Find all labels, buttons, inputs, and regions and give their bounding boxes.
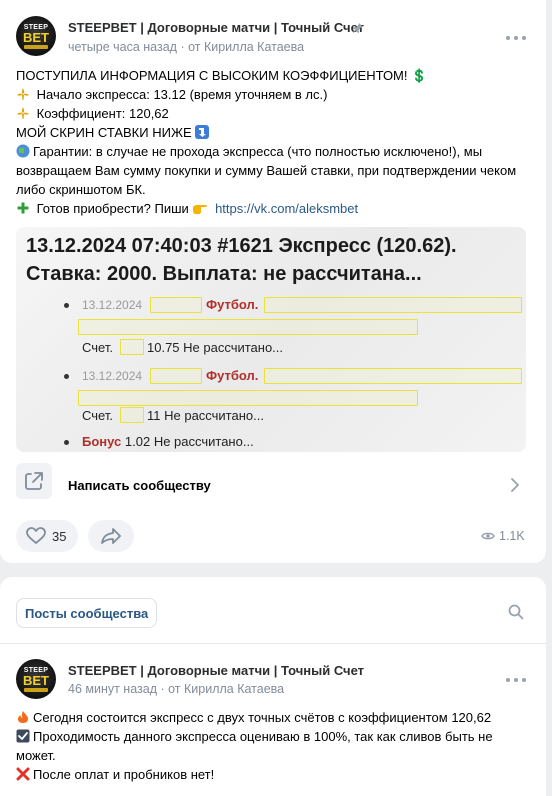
fleur-icon	[17, 88, 29, 100]
plus-icon	[17, 202, 29, 214]
fleur-icon	[17, 107, 29, 119]
avatar-text-mid: BET	[23, 673, 49, 688]
redacted-box	[264, 297, 522, 313]
post-line: Готов приобрести? Пиши	[36, 201, 189, 216]
post-link[interactable]: https://vk.com/aleksmbet	[215, 201, 358, 216]
bonus-line: Бонус 1.02 Не рассчитано...	[82, 434, 254, 449]
redacted-box	[120, 339, 144, 355]
post-line: ПОСТУПИЛА ИНФОРМАЦИЯ С ВЫСОКИМ КОЭФФИЦИЕ…	[16, 68, 408, 83]
post-line: Коэффициент: 120,62	[36, 106, 169, 121]
post-from[interactable]: от Кирилла Катаева	[188, 40, 304, 54]
post-line: Гарантии: в случае не прохода экспресса …	[16, 144, 517, 197]
post-text: Сегодня состоится экспресс с двух точных…	[16, 708, 531, 784]
dollar-icon: 💲	[411, 68, 428, 83]
screenshot-subheading: Ставка: 2000. Выплата: не рассчитана...	[26, 263, 422, 285]
community-avatar[interactable]: STEEP BET	[16, 659, 56, 699]
bullet	[64, 374, 69, 379]
like-button[interactable]: 35	[16, 520, 78, 552]
redacted-box	[264, 368, 522, 384]
redacted-box	[120, 407, 144, 423]
divider	[0, 643, 546, 644]
post-line: МОЙ СКРИН СТАВКИ НИЖЕ	[16, 125, 192, 140]
bet-sport: Футбол.	[206, 368, 259, 383]
post-meta: четыре часа назад · от Кирилла Катаева	[68, 40, 305, 54]
post-line: Начало экспресса: 13.12 (время уточняем …	[36, 87, 328, 102]
arrow-down-icon	[195, 125, 210, 139]
globe-icon	[16, 144, 30, 158]
heart-icon	[26, 527, 46, 544]
avatar-decoration	[24, 45, 48, 49]
redacted-box	[150, 297, 202, 313]
bet-result: 10.75 Не рассчитано...	[147, 340, 284, 355]
bet-date: 13.12.2024	[82, 298, 143, 312]
share-icon	[101, 528, 121, 544]
bullet	[64, 303, 69, 308]
screenshot-heading: 13.12.2024 07:40:03 #1621 Экспресс (120.…	[26, 235, 457, 257]
pointing-hand-icon	[193, 205, 208, 214]
fire-icon	[18, 711, 28, 723]
pin-icon	[353, 23, 363, 33]
bet-date: 13.12.2024	[82, 369, 143, 383]
post-meta: 46 минут назад · от Кирилла Катаева	[68, 682, 285, 696]
post-author[interactable]: STEEPBET | Договорные матчи | Точный Сче…	[68, 663, 364, 678]
post-line: После оплат и пробников нет!	[33, 767, 215, 782]
more-options-icon[interactable]	[506, 35, 526, 41]
bet-result: 11 Не рассчитано...	[147, 408, 264, 423]
avatar-decoration	[24, 688, 48, 692]
bet-score-label: Счет.	[82, 408, 113, 423]
bet-sport: Футбол.	[206, 297, 259, 312]
avatar-text-mid: BET	[23, 30, 49, 45]
chevron-right-icon[interactable]	[510, 478, 520, 492]
post-line: Проходимость данного экспресса оцениваю …	[16, 729, 493, 763]
bonus-result: 1.02 Не рассчитано...	[124, 434, 254, 449]
bet-score-label: Счет.	[82, 340, 113, 355]
bet-screenshot[interactable]: 13.12.2024 07:40:03 #1621 Экспресс (120.…	[16, 227, 526, 452]
post-time[interactable]: четыре часа назад	[68, 40, 177, 54]
like-count: 35	[52, 529, 67, 544]
search-icon[interactable]	[508, 604, 524, 620]
post-line: Сегодня состоится экспресс с двух точных…	[33, 710, 492, 725]
tab-community-posts[interactable]: Посты сообщества	[16, 598, 158, 628]
post-from[interactable]: от Кирилла Катаева	[168, 682, 284, 696]
redacted-box	[150, 368, 202, 384]
post-author[interactable]: STEEPBET | Договорные матчи | Точный Сче…	[68, 20, 364, 35]
share-button[interactable]	[88, 520, 134, 552]
write-community-icon[interactable]	[16, 463, 52, 499]
redacted-box	[78, 319, 418, 335]
view-count: 1.1K	[499, 529, 525, 543]
bonus-label: Бонус	[82, 434, 122, 449]
community-avatar[interactable]: STEEP BET	[16, 16, 56, 56]
post-card: STEEP BET STEEPBET | Договорные матчи | …	[0, 0, 546, 563]
write-community-button[interactable]: Написать сообществу	[68, 478, 211, 493]
redacted-box	[78, 390, 418, 406]
more-options-icon[interactable]	[506, 677, 526, 683]
eye-icon	[481, 532, 495, 540]
bullet	[64, 440, 69, 445]
post-time[interactable]: 46 минут назад	[68, 682, 157, 696]
cross-icon	[16, 767, 30, 781]
checkbox-icon	[16, 729, 30, 743]
post-text: ПОСТУПИЛА ИНФОРМАЦИЯ С ВЫСОКИМ КОЭФФИЦИЕ…	[16, 66, 531, 218]
